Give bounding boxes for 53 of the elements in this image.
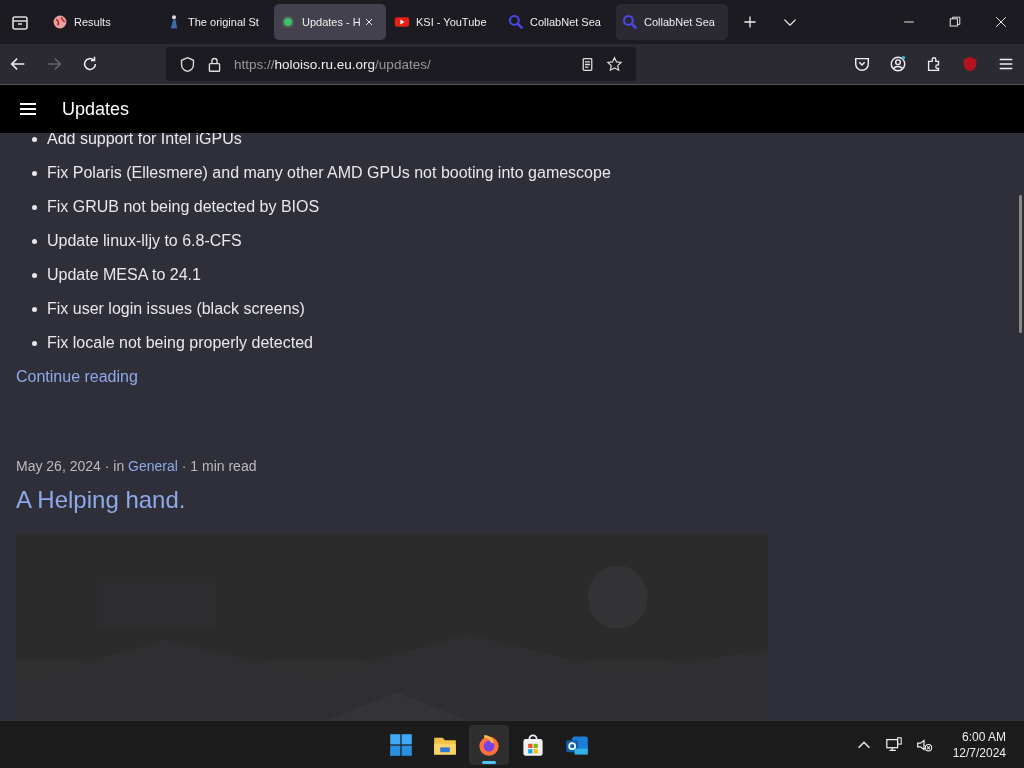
search-icon [508,14,524,30]
list-item-text: Fix GRUB not being detected by BIOS [47,198,320,216]
taskbar-app-button[interactable] [469,724,510,765]
clock-date: 12/7/2024 [952,744,1006,761]
windows-icon [389,732,414,757]
list-item-text: Fix locale not being properly detected [47,334,313,352]
store-icon [521,732,546,757]
bullet-icon [32,136,37,142]
list-item-text: Add support for Intel iGPUs [47,133,242,148]
video-play-icon [394,14,410,30]
list-item-text: Update linux-lljy to 6.8-CFS [47,232,242,250]
account-icon[interactable] [889,55,907,73]
reload-icon[interactable] [81,55,99,73]
pocket-icon[interactable] [853,55,871,73]
bullet-icon [32,272,37,278]
star-icon[interactable] [606,55,623,73]
browser-tab[interactable]: CollabNet Sea [502,4,614,40]
shield-icon [179,55,196,73]
list-item-text: Fix user login issues (black screens) [47,300,305,318]
post-date: May 26, 2024 [16,458,101,474]
bullet-icon [32,204,37,210]
browser-tab[interactable]: The original St [160,4,272,40]
globe-icon [52,14,68,30]
search-icon [622,14,638,30]
forward-icon[interactable] [45,55,63,73]
category-link[interactable]: General [128,458,178,474]
close-icon[interactable] [993,14,1009,30]
continue-reading-link[interactable]: Continue reading [16,368,138,386]
list-item-text: Update MESA to 24.1 [47,266,201,284]
url-text: https://holoiso.ru.eu.org/updates/ [234,56,431,72]
lock-icon [206,55,223,73]
back-icon[interactable] [9,55,27,73]
scrollbar-thumb[interactable] [1019,195,1022,333]
browser-tab[interactable]: Updates - H [274,4,386,40]
address-bar[interactable]: https://holoiso.ru.eu.org/updates/ [166,47,636,81]
read-time: · 1 min read [180,458,257,474]
page-title: Updates [62,98,130,120]
browser-tab[interactable]: KSI - YouTube [388,4,500,40]
monitor-icon[interactable] [884,735,903,754]
bullet-icon [32,306,37,312]
bullet-icon [32,170,37,176]
bullet-icon [32,340,37,346]
clock-time: 6:00 AM [962,728,1006,745]
browser-icon [477,732,502,757]
list-item-text: Fix Polaris (Ellesmere) and many other AMD GPUs not booting into gamescope [47,164,611,182]
new-tab-icon[interactable] [742,14,758,30]
meta-text: · in [103,458,126,474]
restore-icon[interactable] [947,14,963,30]
bullet-icon [32,238,37,244]
browser-tab[interactable]: Results [46,4,158,40]
browser-tab[interactable]: CollabNet Sea [616,4,728,40]
loading-dot-icon [280,14,296,30]
post-title-link[interactable]: A Helping hand. [16,486,186,514]
